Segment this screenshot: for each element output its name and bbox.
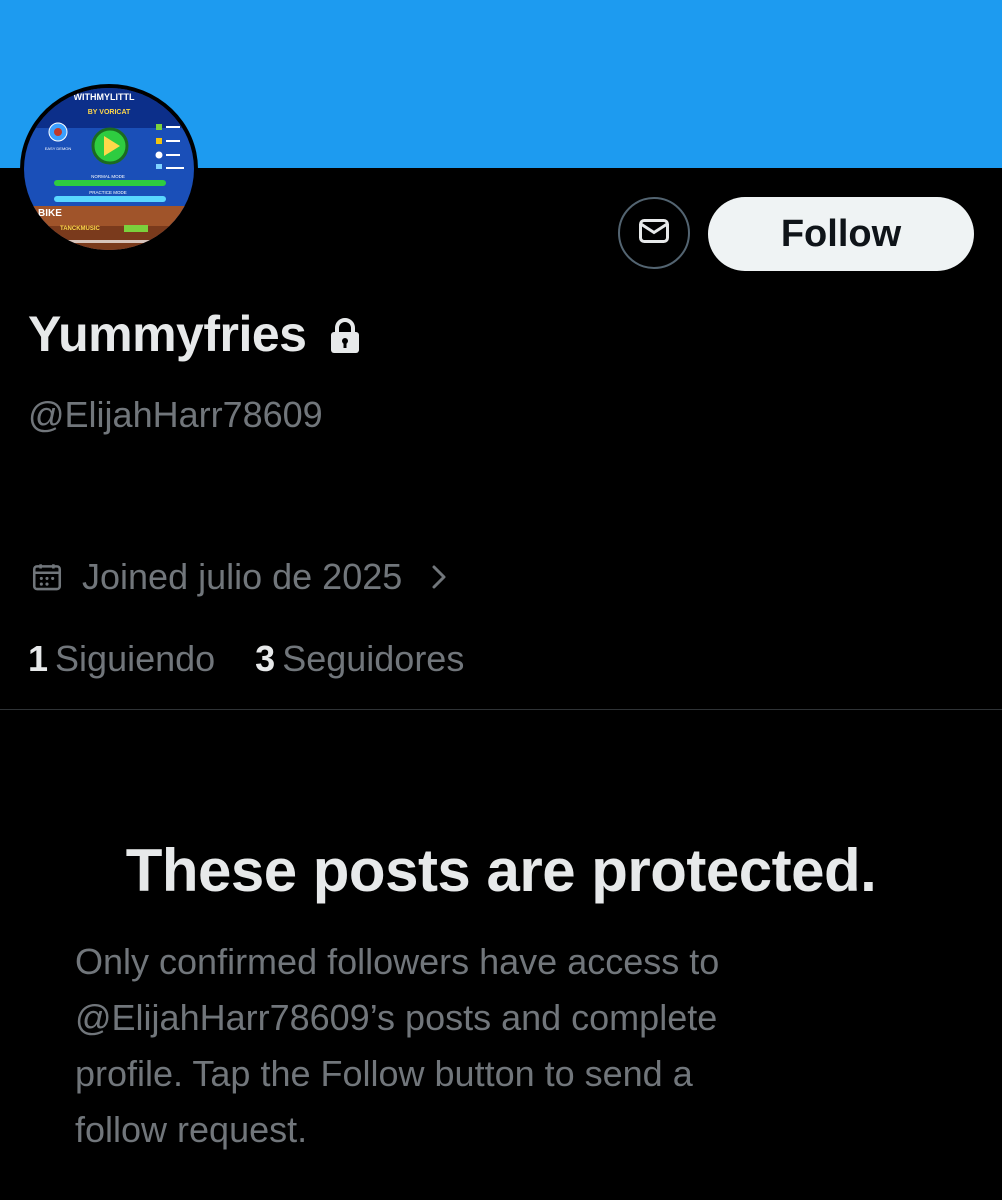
followers-label: Seguidores — [282, 638, 465, 679]
profile-display-name: Yummyfries — [28, 304, 362, 364]
avatar-image: WITHMYLITTL BY VORICAT EASY DEMON NORMAL… — [24, 88, 194, 250]
calendar-icon — [30, 560, 64, 594]
followers-count: 3 — [255, 638, 276, 679]
avatar-normal-mode-text: NORMAL MODE — [91, 174, 125, 179]
joined-date-text: Joined julio de 2025 — [82, 556, 403, 597]
profile-page: WITHMYLITTL BY VORICAT EASY DEMON NORMAL… — [0, 0, 1002, 1200]
follow-button[interactable]: Follow — [708, 197, 974, 271]
profile-handle: @ElijahHarr78609 — [28, 394, 323, 435]
protected-posts-message: Only confirmed followers have access to … — [75, 934, 875, 1158]
followers-link[interactable]: 3 Seguidores — [255, 638, 464, 680]
display-name-text: Yummyfries — [28, 306, 307, 362]
envelope-icon — [636, 213, 672, 254]
protected-message-line: Only confirmed followers have access to — [75, 941, 720, 982]
avatar-title-text: WITHMYLITTL — [74, 92, 135, 102]
avatar[interactable]: WITHMYLITTL BY VORICAT EASY DEMON NORMAL… — [20, 84, 198, 254]
following-count: 1 — [28, 638, 49, 679]
avatar-difficulty-text: EASY DEMON — [45, 146, 72, 151]
protected-message-line: follow request. — [75, 1109, 308, 1150]
chevron-right-icon — [428, 561, 450, 593]
follow-stats: 1 Siguiendo 3 Seguidores — [28, 634, 504, 684]
avatar-author-text: BY VORICAT — [88, 109, 131, 116]
joined-date-row[interactable]: Joined julio de 2025 — [30, 552, 450, 602]
protected-message-line: @ElijahHarr78609’s posts and complete — [75, 997, 718, 1038]
following-label: Siguiendo — [55, 638, 216, 679]
section-divider — [0, 709, 1002, 710]
avatar-practice-mode-text: PRACTICE MODE — [89, 190, 127, 195]
protected-message-line: profile. Tap the Follow button to send a — [75, 1053, 693, 1094]
message-button[interactable] — [618, 197, 690, 269]
protected-posts-title: These posts are protected. — [125, 837, 877, 904]
avatar-artist-text: TANCKMUSIC — [60, 226, 101, 232]
following-link[interactable]: 1 Siguiendo — [28, 638, 215, 680]
lock-icon — [328, 317, 362, 355]
avatar-song-text: BIKE — [38, 208, 62, 219]
